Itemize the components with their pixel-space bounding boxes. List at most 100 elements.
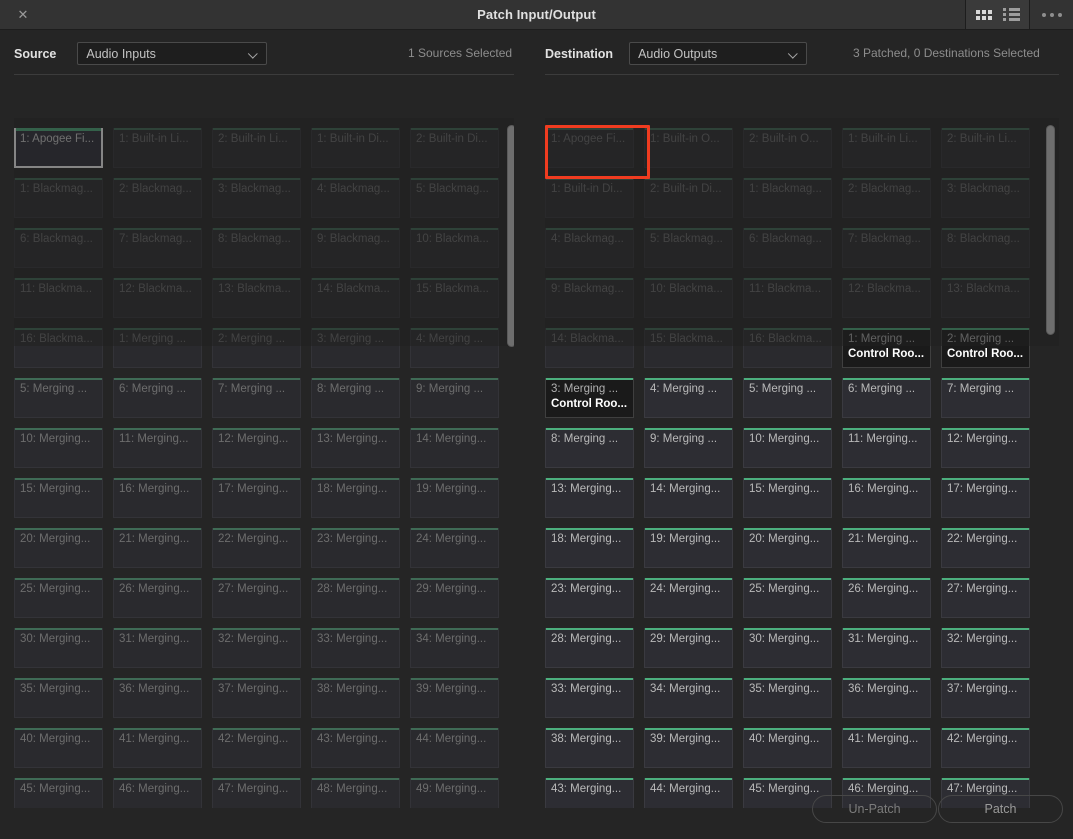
- source-tile[interactable]: 22: Merging...: [212, 528, 301, 568]
- source-tile[interactable]: 5: Merging ...: [14, 378, 103, 418]
- source-tile[interactable]: 19: Merging...: [410, 478, 499, 518]
- destination-tile[interactable]: 15: Merging...: [743, 478, 832, 518]
- destination-tile[interactable]: 1: Apogee Fi...: [545, 128, 634, 168]
- destination-tile[interactable]: 40: Merging...: [743, 728, 832, 768]
- source-tile[interactable]: 37: Merging...: [212, 678, 301, 718]
- destination-tile[interactable]: 16: Merging...: [842, 478, 931, 518]
- destination-tile[interactable]: 14: Blackma...: [545, 328, 634, 368]
- source-tile[interactable]: 1: Blackmag...: [14, 178, 103, 218]
- source-tile[interactable]: 23: Merging...: [311, 528, 400, 568]
- source-tile[interactable]: 3: Blackmag...: [212, 178, 301, 218]
- destination-tile[interactable]: 27: Merging...: [941, 578, 1030, 618]
- source-tile[interactable]: 11: Blackma...: [14, 278, 103, 318]
- source-tile[interactable]: 10: Blackma...: [410, 228, 499, 268]
- destination-tile[interactable]: 1: Blackmag...: [743, 178, 832, 218]
- destination-tile[interactable]: 8: Merging ...: [545, 428, 634, 468]
- destination-tile[interactable]: 33: Merging...: [545, 678, 634, 718]
- source-tile[interactable]: 38: Merging...: [311, 678, 400, 718]
- destination-tile[interactable]: 9: Merging ...: [644, 428, 733, 468]
- destination-tile[interactable]: 1: Merging ... Control Roo...: [842, 328, 931, 368]
- destination-tile[interactable]: 18: Merging...: [545, 528, 634, 568]
- destination-tile[interactable]: 42: Merging...: [941, 728, 1030, 768]
- un-patch-button[interactable]: Un-Patch: [812, 795, 937, 823]
- destination-tile[interactable]: 23: Merging...: [545, 578, 634, 618]
- more-options-icon[interactable]: [1029, 0, 1073, 29]
- source-tile[interactable]: 27: Merging...: [212, 578, 301, 618]
- destination-tile[interactable]: 28: Merging...: [545, 628, 634, 668]
- destination-tile[interactable]: 36: Merging...: [842, 678, 931, 718]
- destination-tile[interactable]: 13: Blackma...: [941, 278, 1030, 318]
- destination-tile[interactable]: 12: Blackma...: [842, 278, 931, 318]
- destination-tile[interactable]: 31: Merging...: [842, 628, 931, 668]
- source-tile[interactable]: 16: Merging...: [113, 478, 202, 518]
- destination-tile[interactable]: 6: Blackmag...: [743, 228, 832, 268]
- destination-tile[interactable]: 11: Merging...: [842, 428, 931, 468]
- source-tile[interactable]: 5: Blackmag...: [410, 178, 499, 218]
- destination-tile[interactable]: 2: Built-in Li...: [941, 128, 1030, 168]
- destination-tile[interactable]: 2: Built-in O...: [743, 128, 832, 168]
- destination-tile[interactable]: 39: Merging...: [644, 728, 733, 768]
- source-tile[interactable]: 15: Blackma...: [410, 278, 499, 318]
- source-tile[interactable]: 36: Merging...: [113, 678, 202, 718]
- source-tile[interactable]: 33: Merging...: [311, 628, 400, 668]
- source-tile[interactable]: 28: Merging...: [311, 578, 400, 618]
- destination-tile[interactable]: 7: Blackmag...: [842, 228, 931, 268]
- destination-tile[interactable]: 41: Merging...: [842, 728, 931, 768]
- source-tile[interactable]: 17: Merging...: [212, 478, 301, 518]
- destination-tile[interactable]: 12: Merging...: [941, 428, 1030, 468]
- destination-tile[interactable]: 10: Blackma...: [644, 278, 733, 318]
- destination-tile[interactable]: 8: Blackmag...: [941, 228, 1030, 268]
- source-tile[interactable]: 43: Merging...: [311, 728, 400, 768]
- destination-panel[interactable]: 1: Apogee Fi... 1: Built-in O... 2: Built-…: [545, 118, 1059, 808]
- destination-tile[interactable]: 38: Merging...: [545, 728, 634, 768]
- source-tile[interactable]: 24: Merging...: [410, 528, 499, 568]
- source-tile[interactable]: 39: Merging...: [410, 678, 499, 718]
- source-tile[interactable]: 13: Blackma...: [212, 278, 301, 318]
- destination-tile[interactable]: 6: Merging ...: [842, 378, 931, 418]
- destination-tile[interactable]: 2: Merging ... Control Roo...: [941, 328, 1030, 368]
- source-tile[interactable]: 30: Merging...: [14, 628, 103, 668]
- source-tile[interactable]: 40: Merging...: [14, 728, 103, 768]
- destination-tile[interactable]: 4: Merging ...: [644, 378, 733, 418]
- destination-tile[interactable]: 21: Merging...: [842, 528, 931, 568]
- source-tile[interactable]: 41: Merging...: [113, 728, 202, 768]
- destination-tile[interactable]: 10: Merging...: [743, 428, 832, 468]
- destination-tile[interactable]: 1: Built-in O...: [644, 128, 733, 168]
- source-tile[interactable]: 2: Blackmag...: [113, 178, 202, 218]
- destination-tile[interactable]: 15: Blackma...: [644, 328, 733, 368]
- destination-tile[interactable]: 26: Merging...: [842, 578, 931, 618]
- source-tile[interactable]: 21: Merging...: [113, 528, 202, 568]
- source-tile[interactable]: 9: Merging ...: [410, 378, 499, 418]
- source-tile[interactable]: 18: Merging...: [311, 478, 400, 518]
- source-tile[interactable]: 20: Merging...: [14, 528, 103, 568]
- source-tile[interactable]: 4: Merging ...: [410, 328, 499, 368]
- destination-tile[interactable]: 20: Merging...: [743, 528, 832, 568]
- source-tile[interactable]: 7: Blackmag...: [113, 228, 202, 268]
- destination-tile[interactable]: 7: Merging ...: [941, 378, 1030, 418]
- source-tile[interactable]: 2: Merging ...: [212, 328, 301, 368]
- destination-tile[interactable]: 17: Merging...: [941, 478, 1030, 518]
- destination-tile[interactable]: 1: Built-in Li...: [842, 128, 931, 168]
- destination-tile[interactable]: 35: Merging...: [743, 678, 832, 718]
- source-tile[interactable]: 1: Built-in Li...: [113, 128, 202, 168]
- destination-tile[interactable]: 25: Merging...: [743, 578, 832, 618]
- source-tile[interactable]: 14: Blackma...: [311, 278, 400, 318]
- destination-tile[interactable]: 37: Merging...: [941, 678, 1030, 718]
- destination-tile[interactable]: 5: Blackmag...: [644, 228, 733, 268]
- destination-tile[interactable]: 32: Merging...: [941, 628, 1030, 668]
- source-tile[interactable]: 3: Merging ...: [311, 328, 400, 368]
- source-tile[interactable]: 7: Merging ...: [212, 378, 301, 418]
- source-tile[interactable]: 35: Merging...: [14, 678, 103, 718]
- source-tile[interactable]: 2: Built-in Di...: [410, 128, 499, 168]
- source-tile[interactable]: 13: Merging...: [311, 428, 400, 468]
- source-tile[interactable]: 32: Merging...: [212, 628, 301, 668]
- source-tile[interactable]: 34: Merging...: [410, 628, 499, 668]
- destination-tile[interactable]: 16: Blackma...: [743, 328, 832, 368]
- source-tile[interactable]: 9: Blackmag...: [311, 228, 400, 268]
- destination-tile[interactable]: 4: Blackmag...: [545, 228, 634, 268]
- source-tile[interactable]: 6: Blackmag...: [14, 228, 103, 268]
- destination-tile[interactable]: 29: Merging...: [644, 628, 733, 668]
- source-tile[interactable]: 1: Apogee Fi...: [14, 128, 103, 168]
- source-type-dropdown[interactable]: Audio Inputs: [77, 42, 268, 65]
- source-tile[interactable]: 16: Blackma...: [14, 328, 103, 368]
